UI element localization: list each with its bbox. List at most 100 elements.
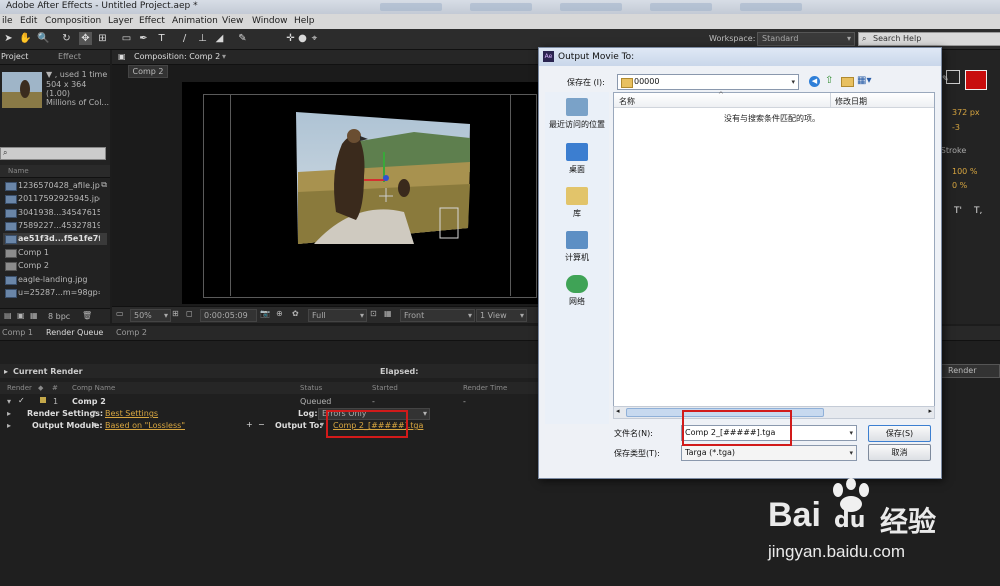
interpret-footage-icon[interactable]: ▤ (4, 311, 12, 320)
clone-stamp-tool-icon[interactable]: ⊥ (196, 32, 209, 45)
list-item[interactable]: ae51f3d...f5e1fe7f6 (3, 233, 107, 245)
render-checkbox[interactable]: ✓ (18, 396, 25, 405)
place-libraries[interactable]: 库 (545, 187, 609, 219)
tab-render-queue[interactable]: Render Queue (46, 328, 103, 337)
menu-edit[interactable]: Edit (20, 16, 37, 26)
composition-lock-icon[interactable]: ▣ (118, 52, 126, 61)
list-item[interactable]: u=25287...m=98gp= (3, 287, 107, 299)
place-network[interactable]: 网络 (545, 275, 609, 307)
menu-view[interactable]: View (222, 16, 243, 26)
view-layout-select[interactable]: 1 View ▾ (476, 309, 527, 322)
composition-tab-menu-icon[interactable]: ▾ (222, 52, 226, 61)
menu-window[interactable]: Window (252, 16, 288, 26)
resolution-select[interactable]: Full ▾ (308, 309, 367, 322)
menu-effect[interactable]: Effect (139, 16, 165, 26)
subscript-icon[interactable]: T, (974, 206, 982, 216)
eyedropper-icon[interactable]: ✎ (942, 74, 949, 83)
place-recent[interactable]: 最近访问的位置 (545, 98, 609, 130)
menu-layer[interactable]: Layer (108, 16, 133, 26)
tab-comp-1[interactable]: Comp 1 (2, 328, 33, 337)
new-folder-icon[interactable] (841, 77, 854, 87)
place-computer[interactable]: 计算机 (545, 231, 609, 263)
col-file-name[interactable]: 名称 (619, 96, 635, 107)
vertical-scale-value[interactable]: 100 % (952, 167, 977, 176)
snapshot-icon[interactable]: 📷 (260, 309, 270, 318)
save-in-select[interactable]: 00000 ▾ (617, 74, 799, 90)
add-output-module-icon[interactable]: + (246, 420, 253, 429)
remove-output-module-icon[interactable]: − (258, 420, 265, 429)
render-settings-menu-icon[interactable]: ▾ (92, 408, 96, 417)
zoom-select[interactable]: 50% ▾ (130, 309, 171, 322)
disclosure-triangle-icon[interactable]: ▸ (7, 421, 11, 430)
font-size-value[interactable]: 372 px (952, 108, 980, 117)
list-item[interactable]: eagle-landing.jpg (3, 274, 107, 286)
fill-color-swatch[interactable] (965, 70, 987, 90)
scroll-left-icon[interactable]: ◂ (616, 407, 620, 415)
selection-tool-icon[interactable]: ➤ (2, 32, 15, 45)
list-item[interactable]: 7589227...453278195_ (3, 220, 107, 232)
hand-tool-icon[interactable]: ✋ (19, 32, 32, 45)
tab-project[interactable]: Project (1, 52, 28, 61)
region-of-interest-icon[interactable]: ⊡ (370, 309, 377, 318)
safe-zones-icon[interactable]: ⊞ (172, 309, 179, 318)
rotate-tool-icon[interactable]: ↻ (60, 32, 73, 45)
tracking-value[interactable]: -3 (952, 123, 960, 132)
scroll-right-icon[interactable]: ▸ (928, 407, 932, 415)
current-time-field[interactable]: 0:00:05:09 (200, 309, 257, 322)
disclosure-triangle-icon[interactable]: ▸ (4, 367, 8, 376)
list-item[interactable]: Comp 1 (3, 247, 107, 259)
col-number[interactable]: # (52, 384, 58, 392)
list-item[interactable]: Comp 2 (3, 260, 107, 272)
col-started[interactable]: Started (372, 384, 398, 392)
tab-composition[interactable]: Composition: Comp 2 (134, 52, 220, 61)
project-column-header[interactable]: Name (0, 165, 110, 178)
col-modified-date[interactable]: 修改日期 (835, 96, 867, 107)
menu-animation[interactable]: Animation (172, 16, 218, 26)
rectangle-tool-icon[interactable]: ▭ (120, 32, 133, 45)
view-menu-icon[interactable]: ▦▾ (857, 75, 871, 86)
show-snapshot-icon[interactable]: ⊕ (276, 309, 283, 318)
eagle-layer-image[interactable] (294, 112, 470, 246)
menu-composition[interactable]: Composition (45, 16, 101, 26)
render-button[interactable]: Render (940, 364, 1000, 378)
transparency-grid-icon[interactable]: ▦ (384, 309, 392, 318)
menu-file[interactable]: ile (2, 16, 13, 26)
col-render[interactable]: Render (7, 384, 32, 392)
search-help-input[interactable]: ⌕ Search Help (858, 32, 1000, 46)
col-render-time[interactable]: Render Time (463, 384, 507, 392)
tab-comp-2[interactable]: Comp 2 (116, 328, 147, 337)
pan-behind-tool-icon[interactable]: ⊞ (96, 32, 109, 45)
project-search-input[interactable]: ⌕ (0, 147, 106, 160)
disclosure-triangle-icon[interactable]: ▸ (7, 409, 11, 418)
filetype-select[interactable]: Targa (*.tga) ▾ (681, 445, 857, 461)
col-status[interactable]: Status (300, 384, 322, 392)
label-color-swatch[interactable] (40, 397, 46, 403)
puppet-tool-icon[interactable]: ✎ (236, 32, 249, 45)
output-module-link[interactable]: Based on "Lossless" (105, 421, 185, 430)
zoom-tool-icon[interactable]: 🔍 (37, 32, 50, 45)
tab-effect[interactable]: Effect (58, 52, 81, 61)
camera-tool-icon[interactable]: ✥ (79, 32, 92, 45)
list-item[interactable]: 1236570428_afile.jpg ⧉ (3, 180, 107, 192)
up-folder-icon[interactable]: ⇧ (825, 75, 833, 86)
back-icon[interactable]: ◀ (809, 76, 820, 87)
comp-breadcrumb[interactable]: Comp 2 (128, 65, 168, 78)
baseline-shift-value[interactable]: 0 % (952, 181, 967, 190)
new-composition-icon[interactable]: ▦ (30, 311, 38, 320)
view-axis-icon[interactable]: ⌖ (308, 32, 321, 45)
save-button[interactable]: 保存(S) (868, 425, 931, 442)
superscript-icon[interactable]: T' (954, 206, 962, 216)
list-item[interactable]: 3041938...345476151_ (3, 207, 107, 219)
brush-tool-icon[interactable]: / (178, 32, 191, 45)
workspace-select[interactable]: Standard ▾ (757, 32, 855, 46)
col-comp-name[interactable]: Comp Name (72, 384, 115, 392)
new-folder-icon[interactable]: ▣ (17, 311, 25, 320)
cancel-button[interactable]: 取消 (868, 444, 931, 461)
list-item[interactable]: 20117592925945.jpg (3, 193, 107, 205)
3d-view-select[interactable]: Front ▾ (400, 309, 475, 322)
always-preview-icon[interactable]: ▭ (116, 309, 124, 318)
text-tool-icon[interactable]: T (155, 32, 168, 45)
mask-visibility-icon[interactable]: ◻ (186, 309, 193, 318)
place-desktop[interactable]: 桌面 (545, 143, 609, 175)
menu-help[interactable]: Help (294, 16, 315, 26)
